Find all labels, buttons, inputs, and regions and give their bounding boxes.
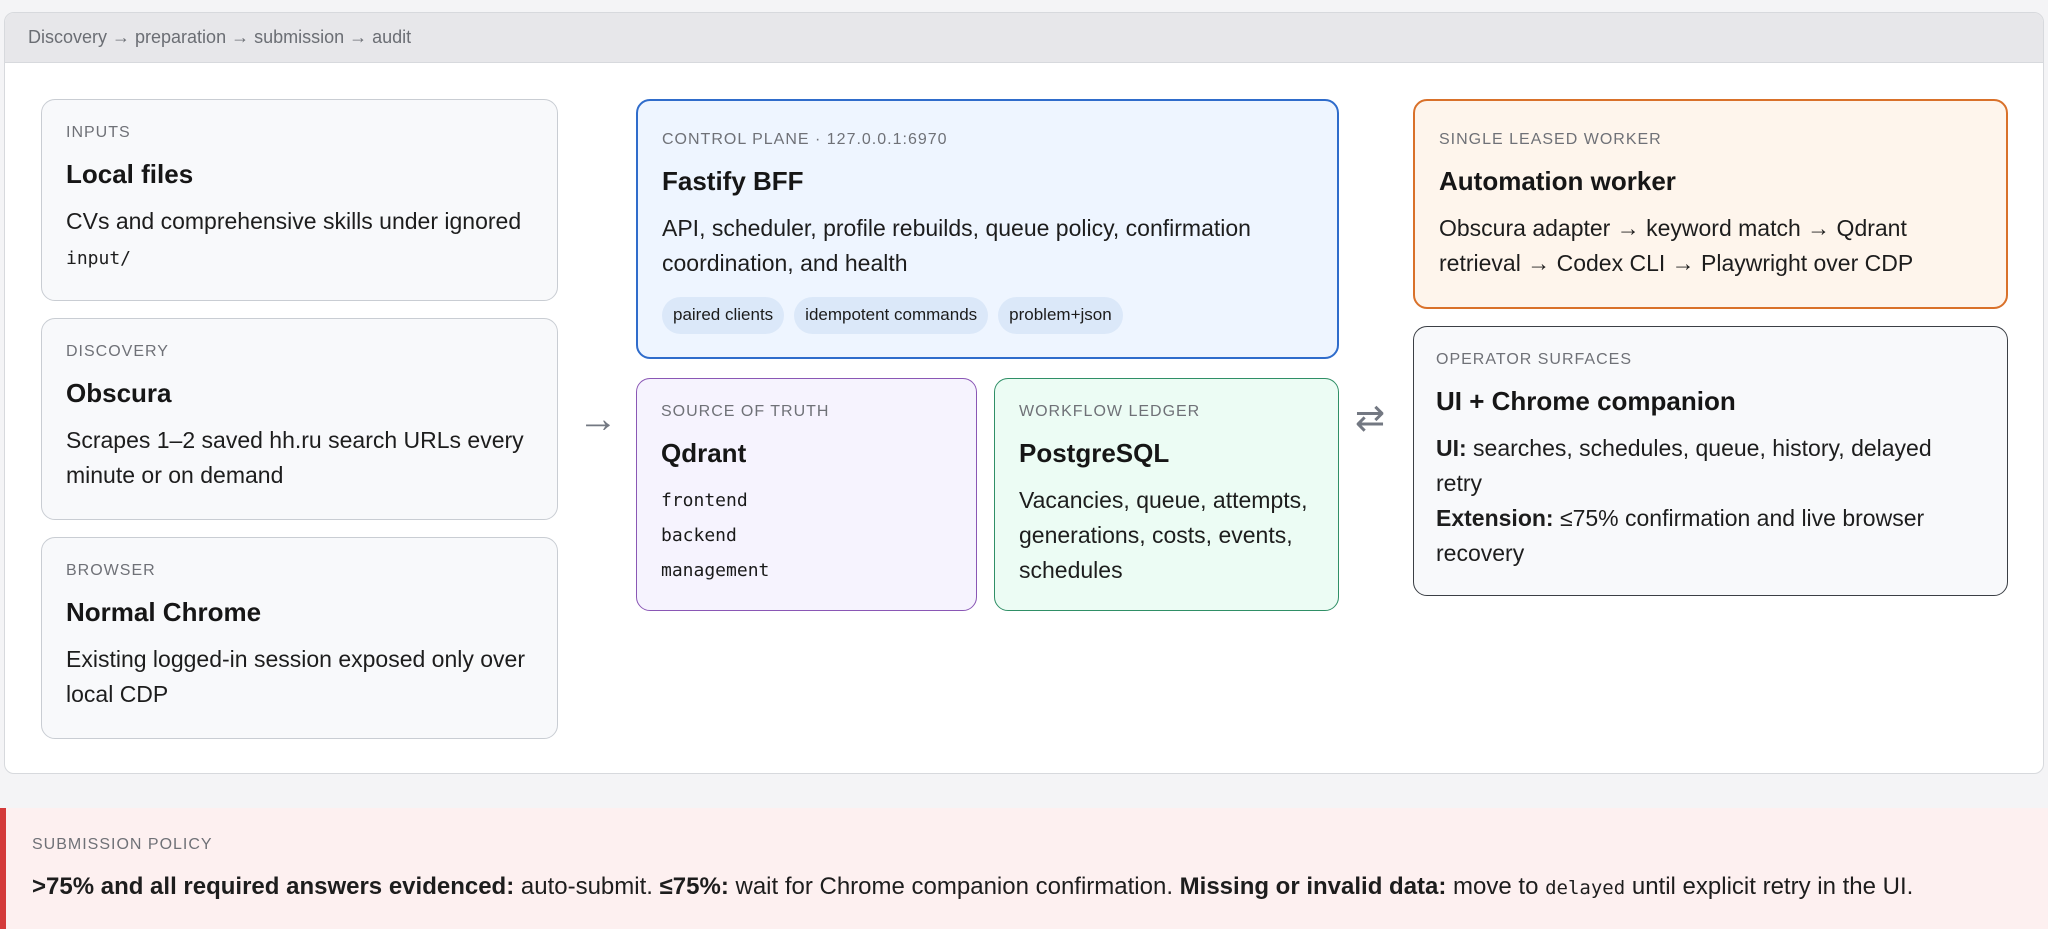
collection-management: management	[661, 560, 770, 581]
inputs-code: input/	[66, 248, 132, 269]
pill-paired-clients: paired clients	[662, 297, 785, 334]
control-plane-pills: paired clients idempotent commands probl…	[662, 297, 1313, 334]
browser-title: Normal Chrome	[66, 597, 262, 627]
operator-title: UI + Chrome companion	[1436, 386, 1736, 416]
discovery-card: DISCOVERY Obscura Scrapes 1–2 saved hh.r…	[41, 318, 558, 520]
browser-card: BROWSER Normal Chrome Existing logged-in…	[41, 537, 558, 739]
right-arrow-icon: →	[578, 397, 618, 441]
workflow-ledger-title: PostgreSQL	[1019, 438, 1170, 468]
architecture-diagram-frame: Discovery → preparation → submission → a…	[4, 12, 2044, 774]
collection-backend: backend	[661, 525, 737, 546]
inputs-kicker: INPUTS	[66, 124, 131, 141]
policy-rule3-text: move to	[1446, 873, 1546, 900]
discovery-body: Scrapes 1–2 saved hh.ru search URLs ever…	[66, 427, 524, 488]
pill-idempotent-commands: idempotent commands	[794, 297, 989, 334]
policy-rules: >75% and all required answers evidenced:…	[32, 873, 2048, 901]
workflow-ledger-kicker: WORKFLOW LEDGER	[1019, 403, 1201, 420]
qdrant-collections: frontend backend management	[661, 483, 952, 588]
control-plane-body: API, scheduler, profile rebuilds, queue …	[662, 215, 1251, 276]
control-plane-kicker: CONTROL PLANE · 127.0.0.1:6970	[662, 131, 948, 148]
source-of-truth-kicker: SOURCE OF TRUTH	[661, 403, 830, 420]
operator-ui-text: searches, schedules, queue, history, del…	[1436, 435, 1932, 496]
workflow-ledger-card: WORKFLOW LEDGER PostgreSQL Vacancies, qu…	[994, 378, 1339, 611]
bidirectional-arrow-icon: ⇄	[1355, 397, 1386, 438]
policy-rule1-label: >75% and all required answers evidenced:	[32, 873, 515, 900]
control-plane-title: Fastify BFF	[662, 166, 804, 196]
inputs-card: INPUTS Local files CVs and comprehensive…	[41, 99, 558, 301]
worker-kicker: SINGLE LEASED WORKER	[1439, 131, 1662, 148]
collection-frontend: frontend	[661, 490, 748, 511]
pill-problem-json: problem+json	[998, 297, 1123, 334]
diagram-header: Discovery → preparation → submission → a…	[5, 13, 2043, 63]
discovery-kicker: DISCOVERY	[66, 343, 169, 360]
operator-card: OPERATOR SURFACES UI + Chrome companion …	[1413, 326, 2008, 596]
policy-kicker: SUBMISSION POLICY	[32, 836, 213, 853]
worker-card: SINGLE LEASED WORKER Automation worker O…	[1413, 99, 2008, 309]
discovery-title: Obscura	[66, 378, 172, 408]
operator-ui-label: UI:	[1436, 435, 1467, 461]
browser-kicker: BROWSER	[66, 562, 156, 579]
inputs-title: Local files	[66, 159, 194, 189]
control-plane-card: CONTROL PLANE · 127.0.0.1:6970 Fastify B…	[636, 99, 1339, 359]
source-of-truth-card: SOURCE OF TRUTH Qdrant frontend backend …	[636, 378, 977, 611]
operator-extension-label: Extension:	[1436, 505, 1554, 531]
workflow-ledger-body: Vacancies, queue, attempts, generations,…	[1019, 487, 1308, 583]
policy-rule3-tail: until explicit retry in the UI.	[1625, 873, 1914, 900]
submission-policy-banner: SUBMISSION POLICY >75% and all required …	[0, 808, 2048, 929]
policy-rule3-label: Missing or invalid data:	[1179, 873, 1447, 900]
policy-rule1-text: auto-submit.	[514, 873, 660, 900]
browser-body: Existing logged-in session exposed only …	[66, 646, 525, 707]
source-of-truth-title: Qdrant	[661, 438, 747, 468]
operator-ui-line: UI: searches, schedules, queue, history,…	[1436, 431, 1983, 501]
policy-rule2-label: ≤75%:	[659, 873, 729, 900]
worker-body: Obscura adapter → keyword match → Qdrant…	[1439, 215, 1914, 276]
worker-title: Automation worker	[1439, 166, 1676, 196]
policy-delayed-code: delayed	[1545, 877, 1626, 899]
inputs-body-text: CVs and comprehensive skills under ignor…	[66, 208, 522, 234]
operator-kicker: OPERATOR SURFACES	[1436, 351, 1632, 368]
operator-extension-line: Extension: ≤75% confirmation and live br…	[1436, 501, 1983, 571]
inputs-body: CVs and comprehensive skills under ignor…	[66, 204, 533, 276]
policy-rule2-text: wait for Chrome companion confirmation.	[728, 873, 1180, 900]
